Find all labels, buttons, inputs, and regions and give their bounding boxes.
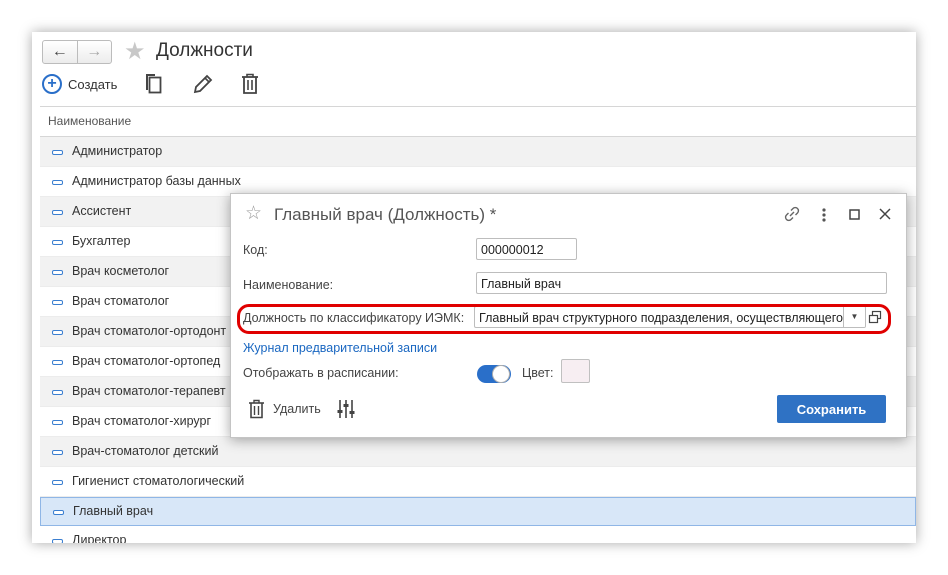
list-item[interactable]: Врач-стоматолог детский (40, 437, 916, 467)
toggle-knob (492, 365, 510, 383)
list-item[interactable]: Администратор (40, 137, 916, 167)
back-button[interactable]: ← (43, 41, 77, 63)
item-marker-icon (52, 390, 63, 395)
name-label: Наименование: (243, 278, 334, 292)
color-label: Цвет: (522, 366, 554, 380)
list-item-label: Врач стоматолог-ортопед (72, 354, 221, 368)
nav-buttons: ← → (42, 40, 112, 64)
color-swatch[interactable] (561, 359, 590, 383)
list-item-label: Врач косметолог (72, 264, 170, 278)
item-marker-icon (52, 539, 63, 543)
list-item-label: Врач стоматолог-терапевт (72, 384, 226, 398)
show-in-schedule-label: Отображать в расписании: (243, 366, 399, 380)
plus-circle-icon: + (42, 74, 62, 94)
dialog-title: Главный врач (Должность) * (274, 205, 497, 224)
trash-icon[interactable] (248, 399, 265, 419)
close-icon[interactable] (879, 208, 891, 220)
item-marker-icon (52, 480, 63, 485)
item-marker-icon (52, 180, 63, 185)
list-item-label: Бухгалтер (72, 234, 131, 248)
list-item-label: Врач-стоматолог детский (72, 444, 219, 458)
list-item-label: Ассистент (72, 204, 132, 218)
pencil-icon[interactable] (192, 72, 214, 96)
item-marker-icon (52, 450, 63, 455)
list-item-label: Врач стоматолог-хирург (72, 414, 212, 428)
copy-icon[interactable] (142, 72, 164, 96)
item-marker-icon (52, 210, 63, 215)
forward-button[interactable]: → (76, 41, 112, 63)
item-marker-icon (52, 360, 63, 365)
highlight-annotation (237, 304, 891, 334)
page-title: Должности (156, 40, 253, 61)
star-outline-icon[interactable]: ☆ (245, 202, 262, 225)
create-button[interactable]: + Создать (42, 74, 117, 94)
star-icon[interactable]: ★ (124, 37, 146, 66)
arrow-left-icon: ← (51, 43, 68, 60)
more-icon[interactable] (819, 207, 829, 223)
save-button[interactable]: Сохранить (777, 395, 886, 423)
item-marker-icon (52, 420, 63, 425)
item-marker-icon (52, 150, 63, 155)
list-item-label: Директор (72, 533, 127, 543)
item-marker-icon (52, 330, 63, 335)
position-dialog: ☆ Главный врач (Должность) * Код: 000000… (230, 193, 907, 438)
show-in-schedule-toggle[interactable] (477, 365, 511, 383)
trash-icon[interactable] (240, 72, 260, 96)
list-item-label: Врач стоматолог (72, 294, 170, 308)
link-icon[interactable] (784, 206, 800, 222)
list-item-label: Администратор (72, 144, 163, 158)
list-item[interactable]: Гигиенист стоматологический (40, 467, 916, 497)
settings-sliders-icon[interactable] (336, 399, 356, 419)
list-item-label: Главный врач (73, 504, 154, 518)
column-header-name[interactable]: Наименование (40, 107, 916, 137)
item-marker-icon (52, 300, 63, 305)
create-label: Создать (68, 76, 118, 92)
maximize-icon[interactable] (849, 209, 860, 220)
code-field[interactable]: 000000012 (476, 238, 577, 260)
list-item-label: Администратор базы данных (72, 174, 241, 188)
code-label: Код: (243, 243, 268, 257)
list-item[interactable]: Директор (40, 526, 916, 543)
item-marker-icon (52, 240, 63, 245)
name-field[interactable]: Главный врач (476, 272, 887, 294)
arrow-right-icon: → (86, 43, 103, 60)
item-marker-icon (52, 270, 63, 275)
list-item-label: Врач стоматолог-ортодонт (72, 324, 227, 338)
item-marker-icon (53, 510, 64, 515)
list-item-label: Гигиенист стоматологический (72, 474, 245, 488)
list-item[interactable]: Главный врач (40, 497, 916, 526)
delete-button[interactable]: Удалить (273, 402, 321, 416)
journal-link[interactable]: Журнал предварительной записи (243, 341, 437, 355)
